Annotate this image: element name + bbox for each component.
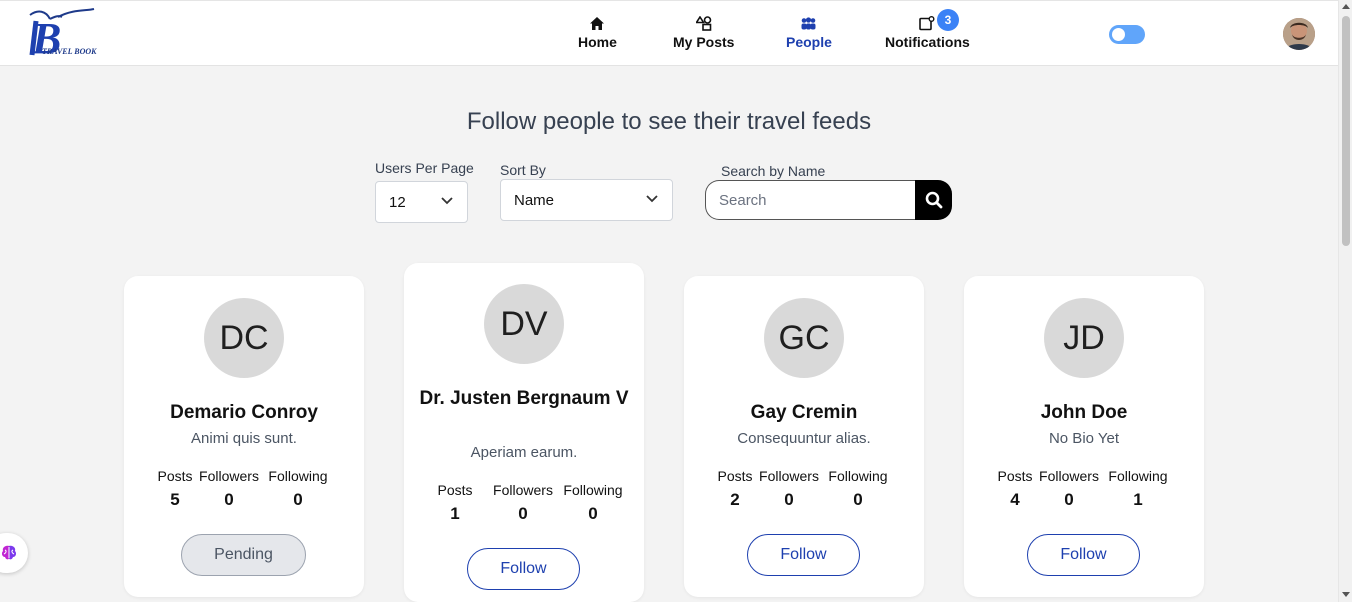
per-page-label: Users Per Page: [375, 160, 474, 176]
scroll-down-arrow-icon[interactable]: [1342, 592, 1350, 597]
followers-count: 0: [784, 490, 794, 509]
following-stat: Following 1: [1107, 468, 1169, 510]
following-label: Following: [268, 468, 328, 484]
follow-button[interactable]: Follow: [1027, 534, 1140, 576]
posts-count: 2: [730, 490, 740, 509]
search-icon: [925, 191, 942, 209]
people-icon: [800, 15, 817, 31]
posts-label: Posts: [717, 468, 753, 484]
following-stat: Following 0: [827, 468, 889, 510]
followers-count: 0: [1064, 490, 1074, 509]
following-count: 0: [588, 504, 598, 523]
brain-icon: [1, 545, 17, 560]
top-navbar: B TRAVEL BOOK Home My Posts People Notif…: [0, 0, 1338, 66]
search-input[interactable]: [705, 180, 917, 220]
user-initials-avatar[interactable]: JD: [1044, 298, 1124, 378]
nav-my-posts-label: My Posts: [673, 34, 735, 50]
followers-stat: Followers 0: [199, 468, 259, 510]
sort-by-label: Sort By: [500, 162, 546, 178]
followers-stat: Followers 0: [1039, 468, 1099, 510]
nav-my-posts[interactable]: My Posts: [673, 15, 734, 50]
posts-count: 4: [1010, 490, 1020, 509]
chevron-down-icon: [441, 197, 453, 205]
user-bio: No Bio Yet: [1048, 430, 1120, 447]
posts-count: 1: [450, 504, 460, 523]
nav-people[interactable]: People: [786, 15, 832, 50]
search-bar: [705, 180, 952, 220]
following-stat: Following 0: [267, 468, 329, 510]
nav-notifications-label: Notifications: [885, 34, 970, 50]
sort-by-value: Name: [514, 191, 555, 209]
user-card: JD John Doe No Bio Yet Posts 4 Followers…: [964, 276, 1204, 597]
toggle-knob: [1112, 28, 1125, 41]
followers-count: 0: [518, 504, 528, 523]
user-initials-avatar[interactable]: DC: [204, 298, 284, 378]
followers-label: Followers: [759, 468, 819, 484]
followers-label: Followers: [199, 468, 259, 484]
user-bio: Consequuntur alias.: [737, 430, 871, 447]
search-button[interactable]: [915, 180, 952, 220]
user-name[interactable]: John Doe: [974, 399, 1194, 427]
posts-stat: Posts 2: [717, 468, 753, 510]
posts-stat: Posts 1: [437, 482, 473, 524]
scrollbar-thumb[interactable]: [1342, 16, 1350, 246]
user-card: DV Dr. Justen Bergnaum V Aperiam earum. …: [404, 263, 644, 602]
nav-people-label: People: [786, 34, 832, 50]
posts-label: Posts: [997, 468, 1033, 484]
theme-toggle[interactable]: [1109, 25, 1145, 44]
user-avatar[interactable]: [1283, 18, 1315, 50]
user-name[interactable]: Gay Cremin: [694, 399, 914, 427]
followers-label: Followers: [493, 482, 553, 498]
user-name[interactable]: Dr. Justen Bergnaum V: [414, 385, 634, 413]
followers-label: Followers: [1039, 468, 1099, 484]
chevron-down-icon: [646, 195, 658, 203]
following-count: 0: [293, 490, 303, 509]
posts-label: Posts: [437, 482, 473, 498]
page-scrollbar[interactable]: [1338, 0, 1352, 602]
nav-home-label: Home: [578, 34, 617, 50]
user-bio: Aperiam earum.: [470, 444, 578, 461]
search-label: Search by Name: [721, 163, 826, 179]
nav-notifications[interactable]: Notifications 3: [885, 9, 970, 50]
travel-book-logo[interactable]: B TRAVEL BOOK: [28, 7, 104, 63]
posts-label: Posts: [157, 468, 193, 484]
user-card: DC Demario Conroy Animi quis sunt. Posts…: [124, 276, 364, 597]
pending-button[interactable]: Pending: [181, 534, 306, 576]
sort-by-select[interactable]: Name: [500, 179, 673, 221]
user-name[interactable]: Demario Conroy: [134, 399, 354, 427]
followers-count: 0: [224, 490, 234, 509]
shapes-icon: [695, 15, 712, 31]
following-label: Following: [563, 482, 623, 498]
following-label: Following: [1108, 468, 1168, 484]
user-bio: Animi quis sunt.: [191, 430, 297, 447]
page-title: Follow people to see their travel feeds: [466, 108, 872, 135]
following-count: 1: [1133, 490, 1143, 509]
home-icon: [589, 15, 605, 31]
logo-text: TRAVEL BOOK: [42, 47, 97, 56]
follow-button[interactable]: Follow: [747, 534, 860, 576]
user-card: GC Gay Cremin Consequuntur alias. Posts …: [684, 276, 924, 597]
posts-count: 5: [170, 490, 180, 509]
nav-home[interactable]: Home: [578, 15, 617, 50]
per-page-select[interactable]: 12: [375, 181, 468, 223]
user-initials-avatar[interactable]: DV: [484, 284, 564, 364]
ai-assistant-button[interactable]: [0, 533, 28, 573]
following-stat: Following 0: [562, 482, 624, 524]
posts-stat: Posts 4: [997, 468, 1033, 510]
following-count: 0: [853, 490, 863, 509]
posts-stat: Posts 5: [157, 468, 193, 510]
per-page-value: 12: [389, 193, 406, 211]
notification-icon: [919, 15, 935, 31]
user-initials-avatar[interactable]: GC: [764, 298, 844, 378]
following-label: Following: [828, 468, 888, 484]
notification-count-badge: 3: [937, 9, 959, 31]
follow-button[interactable]: Follow: [467, 548, 580, 590]
scroll-up-arrow-icon[interactable]: [1342, 4, 1350, 9]
followers-stat: Followers 0: [759, 468, 819, 510]
followers-stat: Followers 0: [493, 482, 553, 524]
